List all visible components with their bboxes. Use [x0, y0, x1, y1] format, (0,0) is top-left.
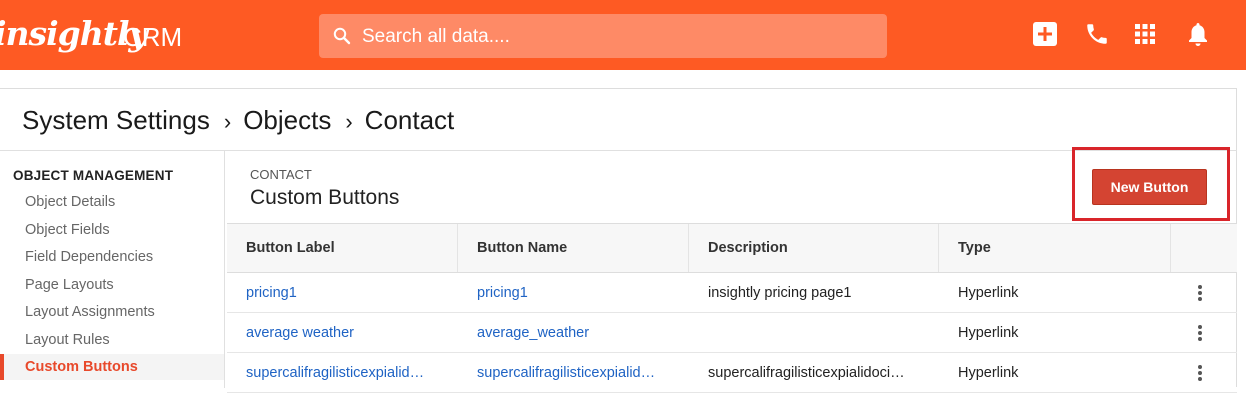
table-row: average weather average_weather Hyperlin… [227, 313, 1237, 353]
row-actions-kebab-icon[interactable] [1194, 363, 1206, 383]
cell-button-label[interactable]: average weather [227, 313, 452, 353]
phone-icon[interactable] [1083, 20, 1111, 48]
cell-button-name[interactable]: supercalifragilisticexpialid… [458, 353, 683, 393]
settings-panel: System Settings › Objects › Contact OBJECT M… [0, 88, 1237, 393]
sidebar-divider [224, 150, 225, 388]
sidebar-item-page-layouts[interactable]: Page Layouts [0, 272, 224, 298]
breadcrumb: System Settings › Objects › Contact [22, 103, 454, 137]
header-divider [0, 150, 1237, 151]
cell-button-label[interactable]: pricing1 [227, 273, 452, 313]
cell-description: supercalifragilisticexpialidoci… [708, 365, 905, 381]
sidebar-item-custom-buttons[interactable]: Custom Buttons [0, 354, 224, 380]
cell-type: Hyperlink [958, 365, 1019, 381]
apps-grid-icon[interactable] [1131, 20, 1159, 48]
new-button[interactable]: New Button [1092, 169, 1207, 205]
cell-button-name[interactable]: average_weather [458, 313, 683, 353]
cell-button-name[interactable]: pricing1 [458, 273, 683, 313]
sidebar-item-layout-assignments[interactable]: Layout Assignments [0, 299, 224, 325]
cell-description: insightly pricing page1 [708, 285, 852, 301]
column-header-button-name[interactable]: Button Name [458, 224, 689, 272]
breadcrumb-system-settings[interactable]: System Settings [22, 105, 210, 135]
sidebar-item-object-fields[interactable]: Object Fields [0, 217, 224, 243]
column-header-button-label[interactable]: Button Label [227, 224, 458, 272]
breadcrumb-objects[interactable]: Objects [243, 105, 331, 135]
search-icon [333, 27, 351, 45]
table-header: Button Label Button Name Description Typ… [227, 223, 1237, 273]
app-name: CRM [123, 22, 183, 52]
cell-description [689, 313, 929, 353]
breadcrumb-contact: Contact [364, 105, 455, 135]
bell-icon[interactable] [1184, 20, 1212, 48]
cell-button-label[interactable]: supercalifragilisticexpialid… [227, 353, 452, 393]
add-icon[interactable] [1031, 20, 1059, 48]
sidebar-item-layout-rules[interactable]: Layout Rules [0, 327, 224, 353]
global-search-input[interactable]: Search all data.... [319, 14, 887, 58]
sidebar-item-object-details[interactable]: Object Details [0, 189, 224, 215]
cell-type: Hyperlink [958, 325, 1019, 341]
sidebar-item-field-dependencies[interactable]: Field Dependencies [0, 244, 224, 270]
object-label: CONTACT [250, 167, 312, 182]
chevron-right-icon: › [345, 109, 353, 134]
sidebar-section-title: OBJECT MANAGEMENT [13, 168, 174, 183]
cell-type: Hyperlink [958, 285, 1019, 301]
row-actions-kebab-icon[interactable] [1194, 283, 1206, 303]
column-header-type[interactable]: Type [939, 224, 1171, 272]
chevron-right-icon: › [223, 109, 232, 134]
row-actions-kebab-icon[interactable] [1194, 323, 1206, 343]
table-row: pricing1 pricing1 insightly pricing page… [227, 273, 1237, 313]
page-title: Custom Buttons [250, 186, 400, 209]
top-navigation-bar: insightly CRM Search all data.... [0, 0, 1246, 70]
table-row: supercalifragilisticexpialid… supercalif… [227, 353, 1237, 393]
column-header-description[interactable]: Description [689, 224, 939, 272]
search-placeholder: Search all data.... [362, 26, 510, 47]
